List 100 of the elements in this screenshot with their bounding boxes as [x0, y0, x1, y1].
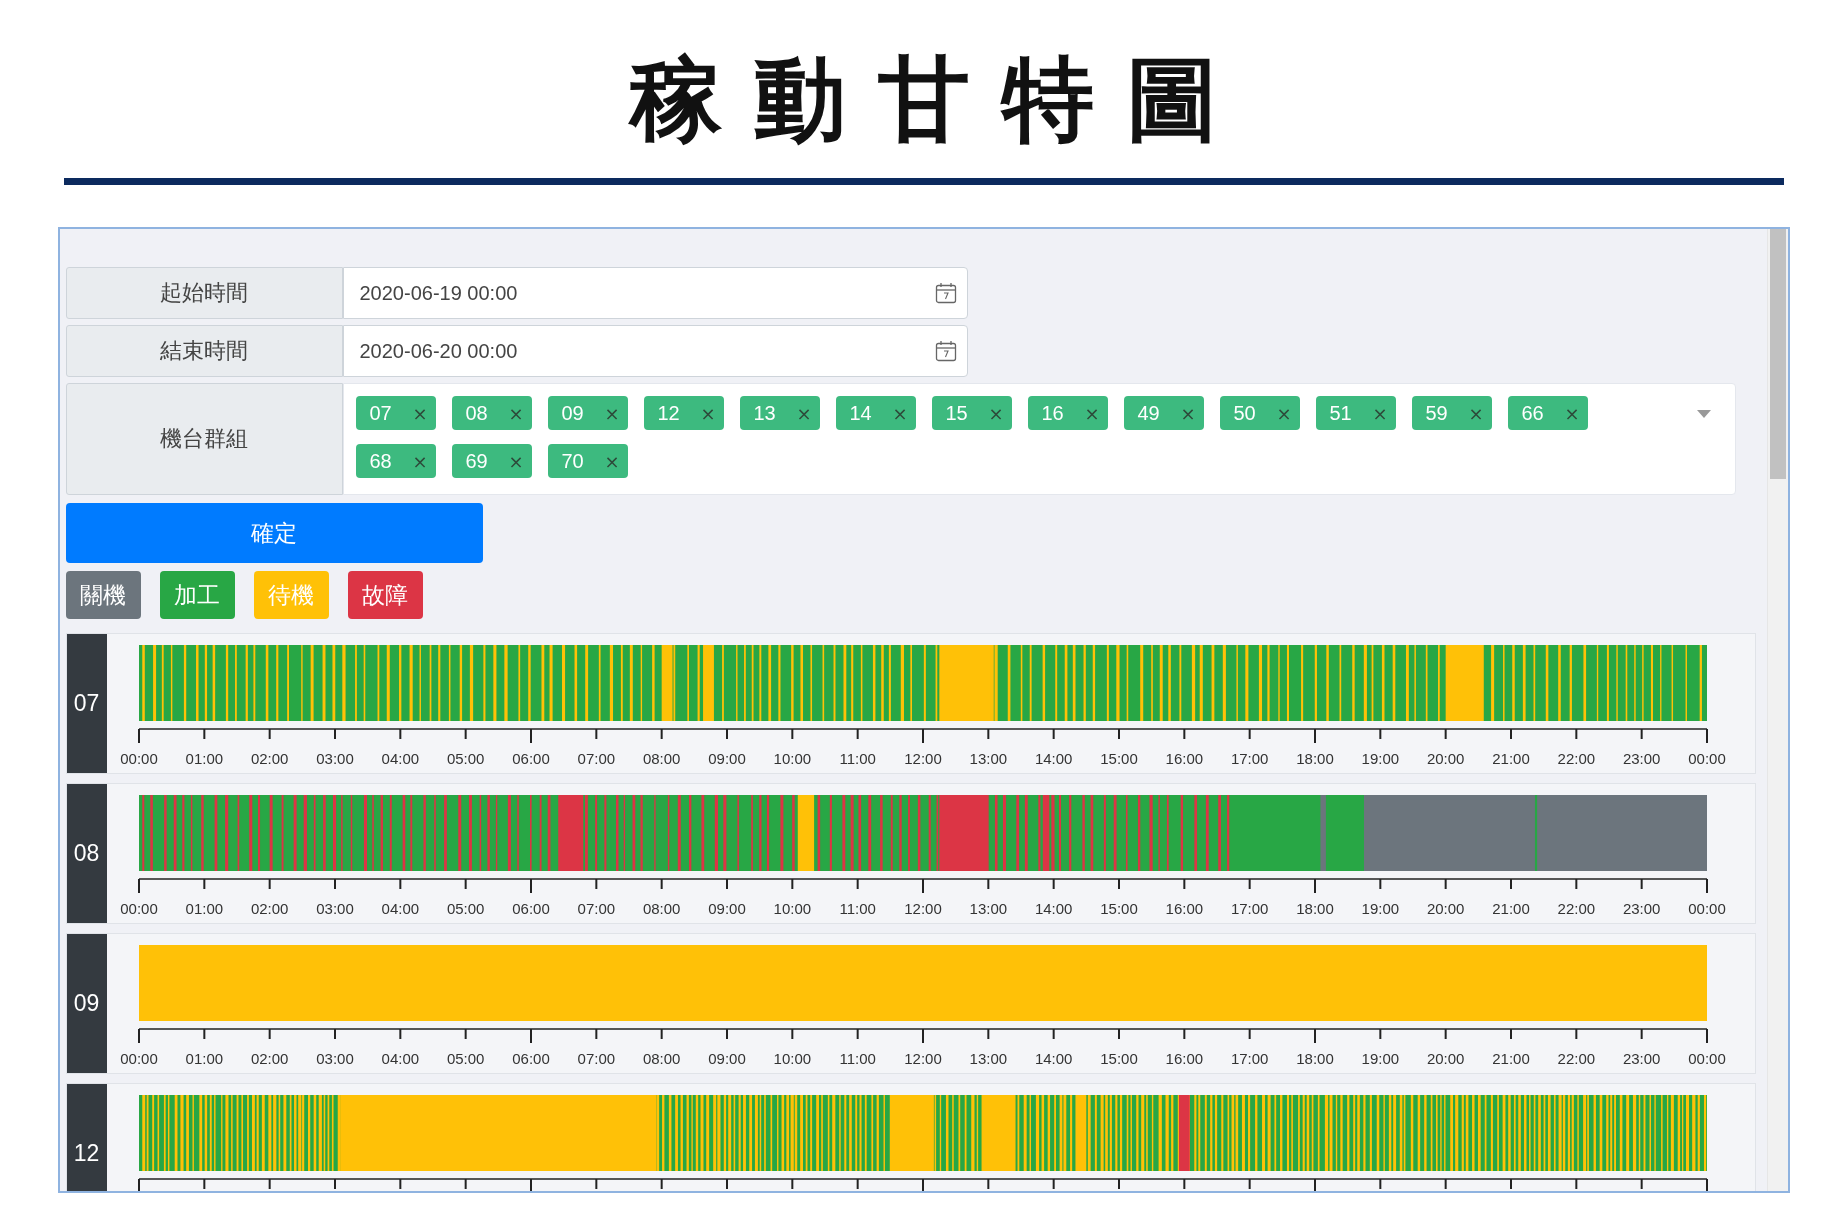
time-label: 04:00 [381, 750, 419, 767]
remove-tag-button[interactable]: × [700, 402, 716, 424]
time-label: 14:00 [1034, 750, 1072, 767]
time-label: 10:00 [773, 900, 811, 917]
date-field[interactable]: 2020-06-19 00:00 [342, 267, 968, 319]
tag-label: 59 [1425, 401, 1448, 425]
time-label: 13:00 [969, 1050, 1007, 1067]
time-label: 21:00 [1491, 1050, 1530, 1067]
machine-label: 09 [66, 934, 107, 1073]
time-label: 12:00 [903, 1050, 942, 1067]
remove-tag-button[interactable]: × [1468, 402, 1484, 424]
remove-tag-button[interactable]: × [892, 402, 908, 424]
time-label: 20:00 [1426, 1050, 1464, 1067]
time-label: 09:00 [707, 750, 746, 767]
remove-tag-button[interactable]: × [508, 402, 524, 424]
remove-tag-button[interactable]: × [604, 402, 620, 424]
time-label: 15:00 [1099, 1050, 1138, 1067]
time-label: 12:00 [903, 750, 942, 767]
time-label: 02:00 [250, 1050, 288, 1067]
remove-tag-button[interactable]: × [796, 402, 812, 424]
machine-label: 07 [66, 634, 107, 773]
tag-label: 69 [465, 449, 488, 473]
time-label: 15:00 [1099, 900, 1138, 917]
time-label: 01:00 [185, 1050, 223, 1067]
time-label: 10:00 [773, 1050, 811, 1067]
calendar-icon[interactable] [934, 340, 957, 362]
time-label: 03:00 [315, 750, 354, 767]
remove-tag-button[interactable]: × [412, 450, 428, 472]
time-label: 14:00 [1034, 900, 1072, 917]
time-label: 16:00 [1165, 1050, 1203, 1067]
time-label: 23:00 [1622, 900, 1660, 917]
time-label: 03:00 [315, 900, 354, 917]
time-label: 22:00 [1557, 1050, 1595, 1067]
remove-tag-button[interactable]: × [1564, 402, 1580, 424]
machine-select[interactable]: 07 × 08 × 09 × 12 × 13 × 14 × 15 × 16 × 49 × 50 × 51 × 59 × 66 × 68 × 69 × 70 × [342, 383, 1736, 495]
time-label: 06:00 [511, 1050, 550, 1067]
time-label: 00:00 [119, 900, 158, 917]
time-label: 22:00 [1557, 900, 1595, 917]
dropdown-caret-icon[interactable] [1696, 410, 1711, 418]
time-label: 12:00 [903, 900, 942, 917]
time-label: 20:00 [1426, 750, 1464, 767]
time-label: 06:00 [511, 750, 550, 767]
time-label: 04:00 [381, 900, 419, 917]
remove-tag-button[interactable]: × [1180, 402, 1196, 424]
field-label: 起始時間 [65, 267, 343, 319]
time-label: 23:00 [1622, 750, 1660, 767]
time-label: 19:00 [1361, 750, 1399, 767]
scrollbar[interactable] [1766, 229, 1788, 1191]
remove-tag-button[interactable]: × [1372, 402, 1388, 424]
time-label: 07:00 [577, 900, 615, 917]
time-label: 02:00 [250, 900, 288, 917]
time-label: 21:00 [1491, 750, 1530, 767]
time-label: 16:00 [1165, 750, 1203, 767]
time-label: 19:00 [1361, 1050, 1399, 1067]
tag-label: 66 [1521, 401, 1544, 425]
time-label: 01:00 [185, 900, 223, 917]
time-label: 04:00 [381, 1050, 419, 1067]
time-label: 02:00 [250, 750, 288, 767]
time-label: 19:00 [1361, 900, 1399, 917]
remove-tag-button[interactable]: × [508, 450, 524, 472]
legend-badge: 加工 [159, 571, 235, 619]
remove-tag-button[interactable]: × [1084, 402, 1100, 424]
page-title: 稼動甘特圖 [627, 45, 1250, 155]
time-label: 13:00 [969, 750, 1007, 767]
time-label: 17:00 [1230, 900, 1268, 917]
tag-label: 68 [369, 449, 392, 473]
time-label: 15:00 [1099, 750, 1138, 767]
remove-tag-button[interactable]: × [988, 402, 1004, 424]
time-label: 22:00 [1557, 750, 1595, 767]
time-label: 17:00 [1230, 1050, 1268, 1067]
time-label: 14:00 [1034, 1050, 1072, 1067]
time-label: 03:00 [315, 1050, 354, 1067]
time-label: 09:00 [707, 1050, 746, 1067]
time-label: 08:00 [642, 1050, 680, 1067]
calendar-icon[interactable] [934, 282, 957, 304]
machine-label: 08 [66, 784, 107, 923]
time-label: 16:00 [1165, 900, 1203, 917]
tag-label: 49 [1137, 401, 1160, 425]
confirm-button[interactable]: 確定 [65, 503, 483, 563]
time-label: 11:00 [838, 900, 876, 917]
tag-label: 50 [1233, 401, 1256, 425]
time-label: 18:00 [1295, 1050, 1334, 1067]
date-field[interactable]: 2020-06-20 00:00 [342, 325, 968, 377]
tag-label: 16 [1041, 401, 1064, 425]
time-label: 18:00 [1295, 750, 1334, 767]
remove-tag-button[interactable]: × [412, 402, 428, 424]
time-label: 11:00 [838, 1050, 876, 1067]
tag-label: 51 [1329, 401, 1352, 425]
time-label: 06:00 [511, 900, 550, 917]
time-label: 00:00 [1687, 1050, 1726, 1067]
time-label: 17:00 [1230, 750, 1268, 767]
time-label: 23:00 [1622, 1050, 1660, 1067]
remove-tag-button[interactable]: × [1276, 402, 1292, 424]
legend-badge: 關機 [65, 571, 141, 619]
time-label: 18:00 [1295, 900, 1334, 917]
field-label: 結束時間 [65, 325, 343, 377]
time-label: 09:00 [707, 900, 746, 917]
legend-badge: 待機 [253, 571, 329, 619]
time-label: 05:00 [446, 1050, 484, 1067]
remove-tag-button[interactable]: × [604, 450, 620, 472]
